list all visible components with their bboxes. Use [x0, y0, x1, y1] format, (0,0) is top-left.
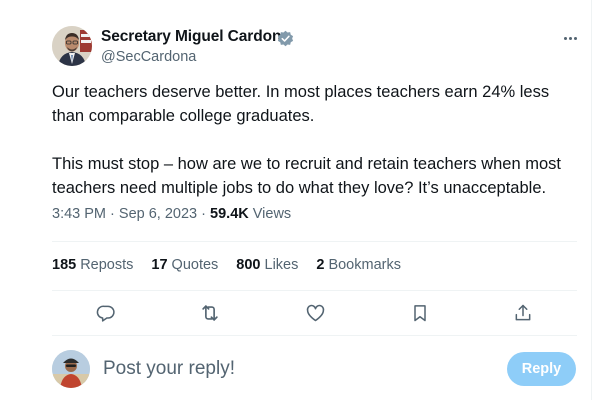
reply-button[interactable]: Reply: [507, 352, 576, 386]
divider: [52, 335, 577, 336]
meta-separator: ·: [110, 206, 115, 222]
views-label: Views: [252, 206, 292, 222]
reposts-stat[interactable]: 185 Reposts: [52, 257, 133, 273]
more-options-icon[interactable]: [559, 28, 581, 48]
author-avatar[interactable]: [52, 26, 92, 66]
engagement-stats: 185 Reposts 17 Quotes 800 Likes 2 Bookmarks: [52, 257, 419, 273]
divider: [52, 241, 577, 242]
tweet-paragraph: Our teachers deserve better. In most pla…: [52, 83, 550, 125]
verified-badge-icon: [277, 30, 294, 47]
likes-stat[interactable]: 800 Likes: [236, 257, 298, 273]
views-count: 59.4K: [210, 206, 249, 222]
reply-input[interactable]: Post your reply!: [103, 358, 235, 380]
bookmarks-stat[interactable]: 2 Bookmarks: [316, 257, 401, 273]
action-bar: [52, 297, 577, 329]
user-avatar[interactable]: [52, 350, 90, 388]
author-name[interactable]: Secretary Miguel Cardona: [101, 28, 290, 46]
meta-separator: ·: [201, 206, 206, 222]
repost-icon[interactable]: [198, 301, 222, 325]
tweet-card: Secretary Miguel Cardona @SecCardona Our…: [0, 0, 592, 400]
divider: [52, 290, 577, 291]
reply-icon[interactable]: [94, 301, 118, 325]
author-handle[interactable]: @SecCardona: [101, 49, 196, 65]
share-icon[interactable]: [511, 301, 535, 325]
bookmark-icon[interactable]: [408, 301, 432, 325]
tweet-date[interactable]: Sep 6, 2023: [119, 206, 197, 222]
tweet-time[interactable]: 3:43 PM: [52, 206, 106, 222]
quotes-stat[interactable]: 17 Quotes: [151, 257, 218, 273]
tweet-text: Our teachers deserve better. In most pla…: [52, 80, 582, 200]
tweet-meta: 3:43 PM · Sep 6, 2023 · 59.4K Views: [52, 206, 291, 222]
tweet-paragraph: This must stop – how are we to recruit a…: [52, 155, 561, 197]
like-icon[interactable]: [303, 301, 327, 325]
